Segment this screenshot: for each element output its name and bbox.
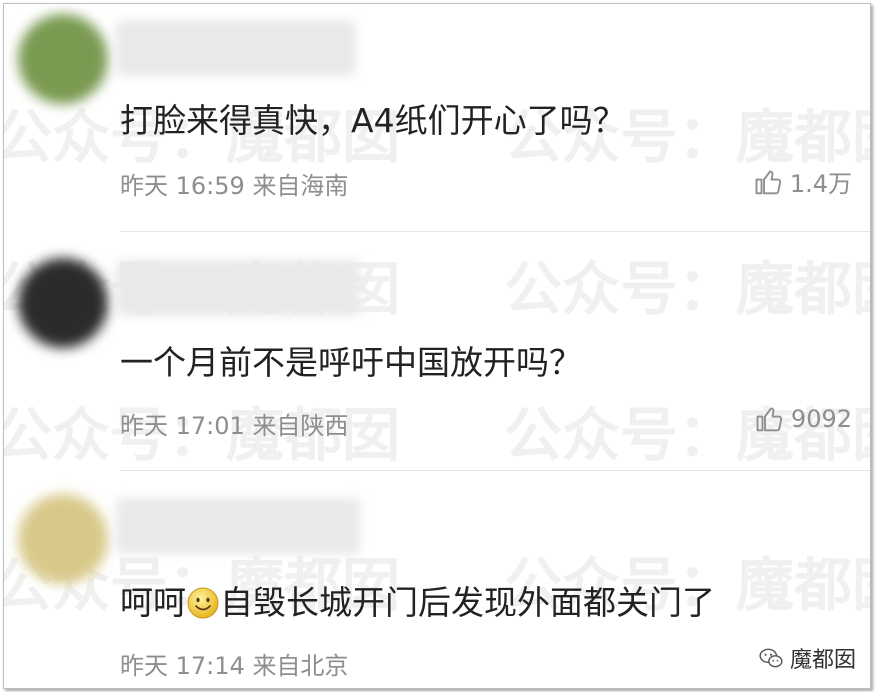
comment-time: 昨天 17:01 <box>120 412 245 440</box>
comment-location: 来自海南 <box>252 172 349 200</box>
comment-item: 打脸来得真快，A4纸们开心了吗？ 昨天 16:59 来自海南 1.4万 <box>4 4 870 240</box>
username-blurred[interactable] <box>116 498 360 554</box>
avatar[interactable] <box>18 258 108 348</box>
like-count: 9092 <box>790 405 852 433</box>
wechat-icon <box>759 648 783 668</box>
comment-item: 一个月前不是呼吁中国放开吗？ 昨天 17:01 来自陕西 9092 <box>4 244 870 480</box>
username-blurred[interactable] <box>116 260 360 316</box>
comment-location: 来自北京 <box>252 652 349 680</box>
comment-time: 昨天 17:14 <box>120 652 245 680</box>
avatar[interactable] <box>18 14 108 104</box>
like-count: 1.4万 <box>789 170 852 198</box>
thumbs-up-icon <box>755 169 781 194</box>
comment-text-prefix: 呵呵 <box>120 583 186 622</box>
smile-emoji-icon <box>187 587 219 619</box>
comment-list-panel: 公众号：魔都囡 公众号：魔都囡 公众号：魔都囡 公众号：魔都囡 公众号：魔都囡 … <box>3 3 871 689</box>
comment-meta: 昨天 16:59 来自海南 <box>120 166 348 201</box>
comment-text: 呵呵 自毁长城开门后发现外面都关门了 <box>120 576 715 624</box>
account-name: 魔都囡 <box>789 648 856 673</box>
like-button[interactable]: 1.4万 <box>754 164 852 199</box>
divider <box>120 231 870 232</box>
thumbs-up-icon <box>756 407 782 432</box>
comment-time: 昨天 16:59 <box>120 172 245 200</box>
account-badge: 魔都囡 <box>758 642 856 674</box>
avatar[interactable] <box>18 494 108 584</box>
comment-meta: 昨天 17:14 来自北京 <box>120 646 348 681</box>
divider <box>120 470 870 471</box>
like-button[interactable]: 9092 <box>755 404 852 434</box>
comment-meta: 昨天 17:01 来自陕西 <box>120 406 348 441</box>
comment-item: 呵呵 自毁长城开门后发现外面都关门了 昨天 17:14 来自北京 <box>4 482 870 688</box>
comment-text: 一个月前不是呼吁中国放开吗？ <box>120 343 582 382</box>
comment-location: 来自陕西 <box>252 412 349 440</box>
username-blurred[interactable] <box>116 20 356 76</box>
comment-text-body: 自毁长城开门后发现外面都关门了 <box>220 583 715 622</box>
comment-text: 打脸来得真快，A4纸们开心了吗？ <box>120 101 626 140</box>
